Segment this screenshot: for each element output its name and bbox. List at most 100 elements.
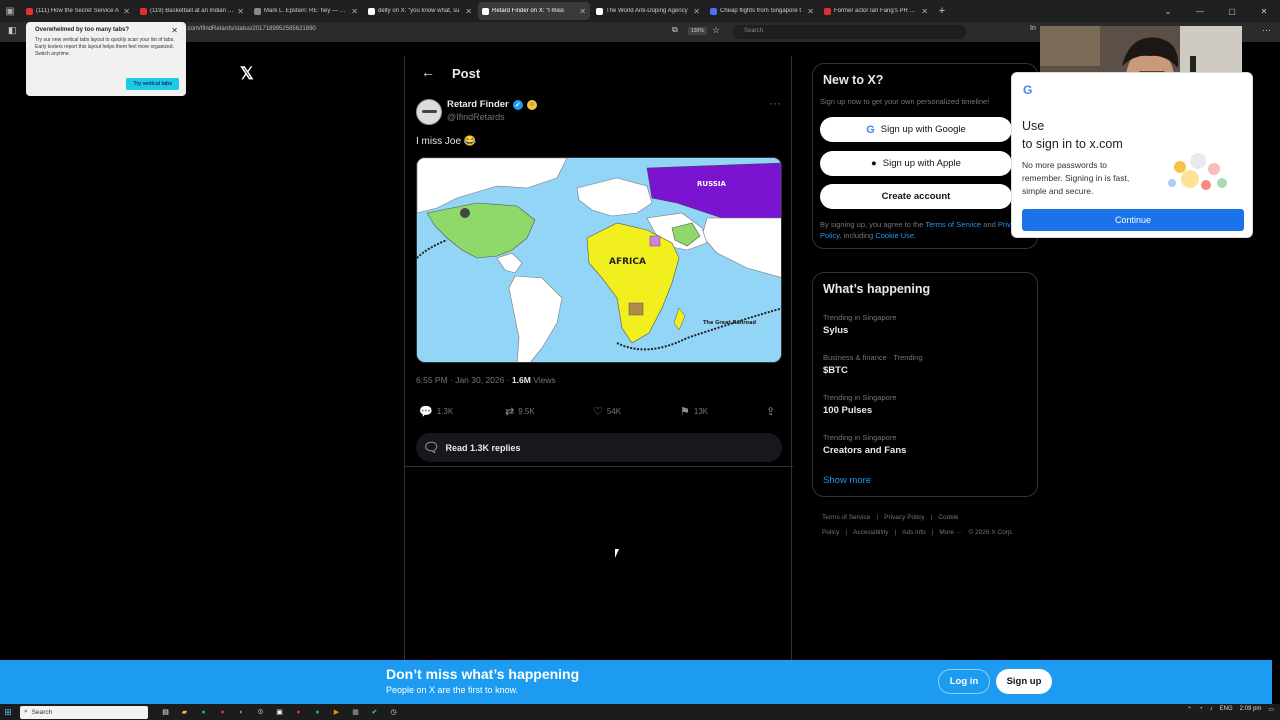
workspaces-icon[interactable]: ▣	[0, 0, 20, 22]
sidebar-toggle-icon[interactable]: ◧	[8, 25, 17, 36]
show-more-link[interactable]: Show more	[823, 475, 871, 486]
tab-close-icon[interactable]: ✕	[123, 7, 130, 16]
back-arrow-icon[interactable]: ←	[421, 64, 435, 80]
tab-close-icon[interactable]: ✕	[237, 7, 244, 16]
windows-start-icon[interactable]: ⊞	[0, 707, 16, 718]
network-icon[interactable]: ◔	[1199, 706, 1203, 713]
post-text: I miss Joe 😂	[416, 136, 477, 147]
tab-close-icon[interactable]: ✕	[465, 7, 472, 16]
new-tab-button[interactable]: +	[932, 5, 952, 17]
browser-tab[interactable]: The World Anti-Doping Agency ✕	[592, 2, 704, 20]
post-time[interactable]: 6:55 PM · Jan 30, 2026 ·	[416, 375, 512, 385]
browser-tab[interactable]: (111) How the Secret Service A ✕	[22, 2, 134, 20]
footer-link[interactable]: Accessibility	[853, 529, 888, 536]
x-logo[interactable]: 𝕏	[240, 64, 254, 84]
repost-button[interactable]: ⇄ 9.5K	[505, 405, 535, 418]
clock-app-icon[interactable]: ◷	[384, 706, 403, 718]
maximize-button[interactable]: ▢	[1216, 7, 1248, 16]
tab-strip: (111) How the Secret Service A ✕ (119) Bas…	[20, 2, 932, 20]
login-button[interactable]: Log in	[938, 669, 990, 694]
terms-link[interactable]: Terms of Service	[925, 220, 981, 229]
post-image-map[interactable]: RUSSIA AFRICA The Great Railroad	[416, 157, 782, 363]
reader-icon[interactable]: ⧉	[672, 25, 678, 35]
browser-tab[interactable]: delty on X: "you know what, su ✕	[364, 2, 476, 20]
app-icon[interactable]: ▦	[346, 706, 365, 718]
more-options-icon[interactable]: ···	[769, 96, 781, 110]
settings-icon[interactable]: ⚙	[251, 706, 270, 718]
tab-favicon-icon	[482, 7, 489, 15]
read-replies-button[interactable]: 🗨 Read 1.3K replies	[416, 433, 782, 462]
tab-search-icon[interactable]: ⌄	[1152, 7, 1184, 16]
author-handle[interactable]: @IfindRetards	[447, 112, 505, 122]
tab-close-icon[interactable]: ✕	[807, 7, 814, 16]
app-icon[interactable]: ●	[289, 706, 308, 718]
footer-link[interactable]: More ···	[939, 529, 962, 536]
volume-icon[interactable]: ♪	[1210, 706, 1213, 713]
try-vertical-tabs-button[interactable]: Try vertical tabs	[126, 78, 179, 90]
avatar[interactable]	[416, 99, 442, 125]
signup-apple-button[interactable]: ● Sign up with Apple	[820, 151, 1012, 176]
taskbar-search[interactable]: ⌕ Search	[20, 705, 148, 719]
favorite-star-icon[interactable]: ☆	[712, 25, 720, 36]
browser-menu-icon[interactable]: ⋯	[1262, 25, 1271, 36]
tab-close-icon[interactable]: ✕	[351, 7, 358, 16]
browser-icon[interactable]: ◐	[232, 706, 251, 718]
language-indicator[interactable]: ENG	[1220, 706, 1233, 713]
signup-google-button[interactable]: G Sign up with Google	[820, 117, 1012, 142]
trend-item[interactable]: Trending in Singapore 100 Pulses	[823, 393, 897, 416]
zoom-level[interactable]: 130%	[688, 27, 707, 35]
taskbar-search-label: Search	[31, 708, 53, 716]
browser-tab[interactable]: Former actor Ian Fang's PR star ✕	[820, 2, 932, 20]
share-button[interactable]: ⇪	[766, 405, 775, 418]
task-view-icon[interactable]: ▤	[156, 706, 175, 718]
cookie-link[interactable]: Cookie Use.	[875, 231, 916, 240]
tab-close-icon[interactable]: ✕	[693, 7, 700, 16]
author-display-name[interactable]: Retard Finder	[447, 99, 509, 110]
author-name-row[interactable]: Retard Finder ✓ ☺	[447, 99, 537, 110]
app-icon[interactable]: ✔	[365, 706, 384, 718]
footer-link[interactable]: Terms of Service	[822, 514, 870, 521]
notifications-icon[interactable]: ▭	[1268, 706, 1274, 713]
bookmark-button[interactable]: ⚑ 13K	[680, 405, 708, 418]
spotify-icon[interactable]: ●	[194, 706, 213, 718]
trend-name: $BTC	[823, 365, 848, 376]
file-explorer-icon[interactable]: ▰	[175, 706, 194, 718]
read-replies-label: Read 1.3K replies	[445, 442, 521, 453]
footer-link[interactable]: Privacy Policy	[884, 514, 924, 521]
app-icon[interactable]: ▶	[327, 706, 346, 718]
minimize-button[interactable]: —	[1184, 7, 1216, 16]
popup-body: Try our new vertical tabs layout to quic…	[35, 37, 175, 57]
close-window-button[interactable]: ✕	[1248, 7, 1280, 16]
extensions-icon[interactable]: In	[1030, 25, 1036, 32]
app-icon[interactable]: ●	[213, 706, 232, 718]
trend-item[interactable]: Business & finance · Trending $BTC	[823, 353, 923, 376]
google-title-line2: to sign in to x.com	[1022, 137, 1123, 151]
browser-search-box[interactable]: Search	[732, 25, 966, 39]
key-illustration-icon	[1168, 153, 1227, 190]
browser-tab[interactable]: (119) Basketball at an Indian Th ✕	[136, 2, 248, 20]
world-map-illustration: RUSSIA AFRICA The Great Railroad	[417, 158, 781, 362]
trend-item[interactable]: Trending in Singapore Sylus	[823, 313, 897, 336]
app-icon[interactable]: ●	[308, 706, 327, 718]
url-field[interactable]: .com/IfindRetards/status/201718995258562…	[186, 26, 316, 32]
footer-link[interactable]: Ads info	[902, 529, 926, 536]
tab-close-icon[interactable]: ✕	[579, 7, 586, 16]
trend-item[interactable]: Trending in Singapore Creators and Fans	[823, 433, 906, 456]
share-icon: ⇪	[766, 406, 776, 418]
clock[interactable]: 2:09 pm	[1240, 706, 1262, 713]
bookmark-icon: ⚑	[680, 406, 690, 418]
footer-link[interactable]: © 2026 X Corp.	[968, 529, 1013, 536]
google-title-line1: Use	[1022, 119, 1045, 133]
signup-button[interactable]: Sign up	[996, 669, 1052, 694]
reply-button[interactable]: 💬 1.3K	[419, 405, 453, 418]
create-account-button[interactable]: Create account	[820, 184, 1012, 209]
tray-overflow-icon[interactable]: ⌃	[1187, 706, 1192, 713]
app-icon[interactable]: ▣	[270, 706, 289, 718]
google-continue-button[interactable]: Continue	[1022, 209, 1244, 231]
like-button[interactable]: ♡ 54K	[593, 405, 621, 418]
browser-tab[interactable]: Mark L. Epstein: RE: hey — Epst ✕	[250, 2, 362, 20]
browser-tab[interactable]: Retard Finder on X: "I miss ✕	[478, 2, 590, 20]
popup-close-icon[interactable]: ✕	[171, 26, 178, 35]
tab-close-icon[interactable]: ✕	[921, 7, 928, 16]
browser-tab[interactable]: Cheap flights from Singapore t ✕	[706, 2, 818, 20]
